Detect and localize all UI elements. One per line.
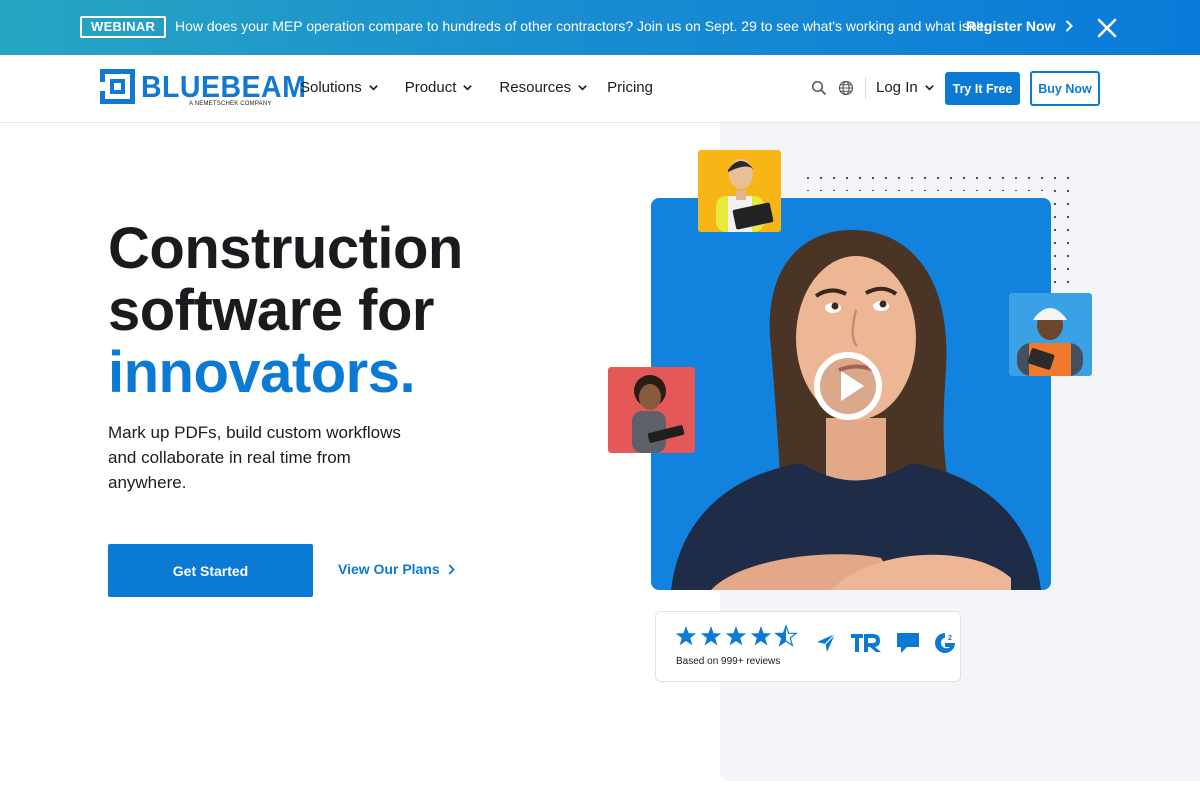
nav-label: Product <box>404 79 457 96</box>
main-nav: Solutions Product Resources Pricing <box>300 79 653 96</box>
reviews-count-text: Based on 999+ reviews <box>676 656 781 667</box>
view-plans-link[interactable]: View Our Plans <box>338 561 455 577</box>
hero-title-highlight: innovators. <box>108 340 416 405</box>
reviews-card: Based on 999+ reviews 2 <box>655 611 961 682</box>
nav-item-solutions[interactable]: Solutions <box>300 79 379 96</box>
chevron-down-icon <box>578 85 587 91</box>
play-button-icon[interactable] <box>812 350 884 422</box>
chevron-right-icon <box>1066 20 1074 32</box>
bluebeam-logo[interactable]: BLUEBEAM A NEMETSCHEK COMPANY <box>100 69 321 107</box>
logo-wordmark: BLUEBEAM <box>141 69 307 104</box>
globe-icon[interactable] <box>838 80 854 96</box>
close-icon[interactable] <box>1096 17 1118 39</box>
get-started-button[interactable]: Get Started <box>108 544 313 597</box>
nav-label: Solutions <box>300 79 362 96</box>
hero-title-line1: Construction <box>108 216 463 281</box>
woman-with-tablet-image <box>632 375 685 453</box>
search-icon[interactable] <box>811 80 827 96</box>
chevron-right-icon <box>448 563 455 575</box>
hero-title: Construction software for innovators. <box>108 218 463 404</box>
worker-thumbnail-yellow <box>698 150 781 232</box>
software-advice-icon[interactable] <box>896 632 920 654</box>
hero-title-line2: software for <box>108 278 434 343</box>
webinar-badge: WEBINAR <box>80 16 167 38</box>
svg-text:2: 2 <box>948 635 952 642</box>
webinar-banner: WEBINAR How does your MEP operation comp… <box>0 0 1200 55</box>
nav-item-product[interactable]: Product <box>405 79 474 96</box>
worker-with-tablet-image <box>716 159 774 232</box>
review-sources: 2 <box>816 632 956 654</box>
logo-subtext: A NEMETSCHEK COMPANY <box>189 101 272 107</box>
nav-label: Resources <box>499 79 572 96</box>
site-header: BLUEBEAM A NEMETSCHEK COMPANY Solutions … <box>0 55 1200 123</box>
nav-item-pricing[interactable]: Pricing <box>607 79 653 96</box>
header-divider <box>865 77 866 99</box>
try-it-free-button[interactable]: Try It Free <box>945 72 1020 105</box>
register-now-link[interactable]: Register Now <box>966 18 1074 34</box>
banner-message: How does your MEP operation compare to h… <box>175 18 988 34</box>
hero-subtitle: Mark up PDFs, build custom workflows and… <box>108 423 401 492</box>
chevron-down-icon <box>368 85 378 91</box>
worker-thumbnail-blue <box>1009 293 1092 376</box>
nav-item-resources[interactable]: Resources <box>499 79 588 96</box>
star-rating-icon <box>675 625 797 647</box>
chevron-down-icon <box>924 85 934 91</box>
chevron-down-icon <box>463 85 473 91</box>
worker-thumbnail-red <box>608 367 695 453</box>
trustradius-icon[interactable] <box>850 632 882 654</box>
engineer-with-hardhat-image <box>1017 308 1083 376</box>
view-plans-label: View Our Plans <box>338 561 440 577</box>
bluebeam-logo-icon <box>100 69 135 104</box>
nav-label: Pricing <box>607 79 653 96</box>
login-label: Log In <box>876 79 918 96</box>
buy-now-button[interactable]: Buy Now <box>1030 71 1100 106</box>
g2-icon[interactable]: 2 <box>934 632 956 654</box>
login-menu[interactable]: Log In <box>876 79 935 96</box>
register-now-label: Register Now <box>966 18 1056 34</box>
capterra-icon[interactable] <box>816 633 836 653</box>
